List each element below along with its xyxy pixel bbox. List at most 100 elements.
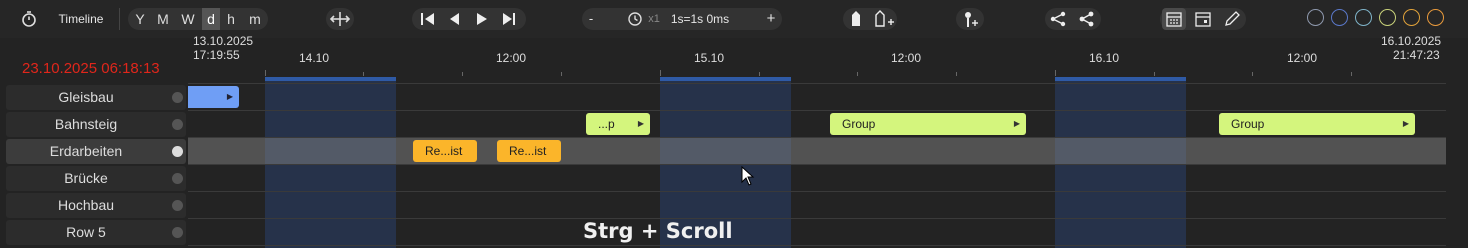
pencil-icon[interactable] bbox=[1220, 8, 1244, 30]
fit-width-button[interactable] bbox=[326, 8, 354, 30]
mouse-cursor-icon bbox=[741, 165, 755, 186]
night-shade-marker bbox=[1055, 77, 1186, 81]
timeline-item-erdarbeiten[interactable]: Re...ist bbox=[497, 140, 561, 162]
color-filter-2[interactable] bbox=[1331, 9, 1348, 26]
share-add-icon[interactable] bbox=[1077, 10, 1097, 28]
speed-multiplier: x1 bbox=[648, 13, 660, 25]
row-toggle-dot[interactable] bbox=[172, 119, 183, 130]
axis-tick bbox=[1351, 72, 1352, 76]
axis-tick bbox=[1154, 72, 1155, 76]
row-label-text: Bahnsteig bbox=[54, 116, 118, 132]
row-label-bruecke[interactable]: Brücke bbox=[6, 166, 186, 191]
axis-tick bbox=[759, 72, 760, 76]
item-label: Group bbox=[842, 117, 876, 131]
speed-decrease-button[interactable]: - bbox=[584, 8, 598, 30]
row-separator bbox=[188, 83, 1446, 84]
axis-tick bbox=[857, 72, 858, 76]
row-separator bbox=[188, 218, 1446, 219]
night-shade-marker bbox=[265, 77, 396, 81]
axis-label: 12:00 bbox=[496, 51, 527, 65]
clock-icon bbox=[627, 11, 643, 27]
item-label: Re...ist bbox=[509, 144, 547, 158]
scroll-hint: Strg + Scroll bbox=[583, 219, 733, 243]
divider bbox=[119, 8, 120, 30]
axis-tick bbox=[265, 70, 266, 76]
expand-arrow-icon: ▶ bbox=[637, 119, 644, 128]
current-time: 23.10.2025 06:18:13 bbox=[22, 60, 160, 77]
row-toggle-dot[interactable] bbox=[172, 146, 183, 157]
zoom-year[interactable]: Y bbox=[131, 8, 149, 30]
calendar-month-icon[interactable] bbox=[1162, 8, 1186, 30]
row-label-text: Brücke bbox=[64, 170, 108, 186]
row-toggle-dot[interactable] bbox=[172, 173, 183, 184]
row-label-row5[interactable]: Row 5 bbox=[6, 220, 186, 245]
axis-tick bbox=[1252, 72, 1253, 76]
row-toggle-dot[interactable] bbox=[172, 92, 183, 103]
timeline-item-gleisbau[interactable]: ▶ bbox=[188, 86, 239, 108]
item-label: Re...ist bbox=[425, 144, 463, 158]
timeline-item-erdarbeiten[interactable]: Re...ist bbox=[413, 140, 477, 162]
color-filter-4[interactable] bbox=[1379, 9, 1396, 26]
row-label-gleisbau[interactable]: Gleisbau bbox=[6, 85, 186, 110]
selected-row-highlight bbox=[188, 138, 1446, 164]
axis-tick bbox=[1055, 70, 1056, 76]
calendar-day-icon[interactable] bbox=[1191, 8, 1215, 30]
row-toggle-dot[interactable] bbox=[172, 227, 183, 238]
row-separator bbox=[188, 137, 1446, 138]
zoom-day[interactable]: d bbox=[202, 8, 220, 30]
item-label: ...p bbox=[598, 117, 615, 131]
zoom-week[interactable]: W bbox=[179, 8, 197, 30]
zoom-hour[interactable]: h bbox=[222, 8, 240, 30]
skip-start-icon[interactable] bbox=[418, 10, 438, 28]
timeline-item-bahnsteig[interactable]: ...p ▶ bbox=[586, 113, 650, 135]
axis-tick bbox=[956, 72, 957, 76]
toolbar: Timeline Y M W d h m - x1 1s=1s 0ms + bbox=[0, 0, 1468, 38]
timeline-start-time: 17:19:55 bbox=[193, 48, 240, 62]
row-toggle-dot[interactable] bbox=[172, 200, 183, 211]
expand-arrow-icon: ▶ bbox=[1013, 119, 1020, 128]
row-separator bbox=[188, 110, 1446, 111]
add-tag-icon[interactable] bbox=[873, 10, 895, 28]
night-shade-marker bbox=[660, 77, 791, 81]
expand-arrow-icon: ▶ bbox=[226, 92, 233, 101]
zoom-minute[interactable]: m bbox=[246, 8, 264, 30]
color-filter-1[interactable] bbox=[1307, 9, 1324, 26]
axis-label: 15.10 bbox=[694, 51, 725, 65]
row-separator bbox=[188, 245, 1446, 246]
step-back-icon[interactable] bbox=[445, 10, 465, 28]
axis-label: 16.10 bbox=[1089, 51, 1120, 65]
play-icon[interactable] bbox=[472, 10, 492, 28]
skip-end-icon[interactable] bbox=[499, 10, 519, 28]
axis-tick bbox=[363, 72, 364, 76]
row-separator bbox=[188, 164, 1446, 165]
add-milestone-button[interactable] bbox=[956, 8, 984, 30]
row-label-text: Erdarbeiten bbox=[49, 143, 123, 159]
expand-arrow-icon: ▶ bbox=[1402, 119, 1409, 128]
axis-label: 12:00 bbox=[891, 51, 922, 65]
timeline-group-bahnsteig[interactable]: Group ▶ bbox=[1219, 113, 1415, 135]
timeline-end-date: 16.10.2025 bbox=[1381, 34, 1442, 48]
timeline-start-date: 13.10.2025 bbox=[193, 34, 254, 48]
row-label-text: Hochbau bbox=[57, 197, 115, 213]
item-label: Group bbox=[1231, 117, 1265, 131]
speed-increase-button[interactable]: + bbox=[764, 8, 778, 30]
color-filter-6[interactable] bbox=[1427, 9, 1444, 26]
zoom-month[interactable]: M bbox=[154, 8, 172, 30]
row-label-hochbau[interactable]: Hochbau bbox=[6, 193, 186, 218]
row-label-bahnsteig[interactable]: Bahnsteig bbox=[6, 112, 186, 137]
row-label-text: Gleisbau bbox=[58, 89, 114, 105]
row-separator bbox=[188, 191, 1446, 192]
row-label-erdarbeiten[interactable]: Erdarbeiten bbox=[6, 139, 186, 164]
speed-value[interactable]: 1s=1s 0ms bbox=[668, 8, 732, 30]
axis-label: 12:00 bbox=[1287, 51, 1318, 65]
color-filter-5[interactable] bbox=[1403, 9, 1420, 26]
tag-icon[interactable] bbox=[849, 10, 863, 28]
timeline-label: Timeline bbox=[58, 12, 104, 26]
row-label-text: Row 5 bbox=[66, 224, 106, 240]
timeline-group-bahnsteig[interactable]: Group ▶ bbox=[830, 113, 1026, 135]
stopwatch-icon[interactable] bbox=[20, 10, 38, 28]
color-filter-3[interactable] bbox=[1355, 9, 1372, 26]
share-icon[interactable] bbox=[1049, 10, 1067, 28]
axis-label: 14.10 bbox=[299, 51, 330, 65]
axis-tick bbox=[462, 72, 463, 76]
